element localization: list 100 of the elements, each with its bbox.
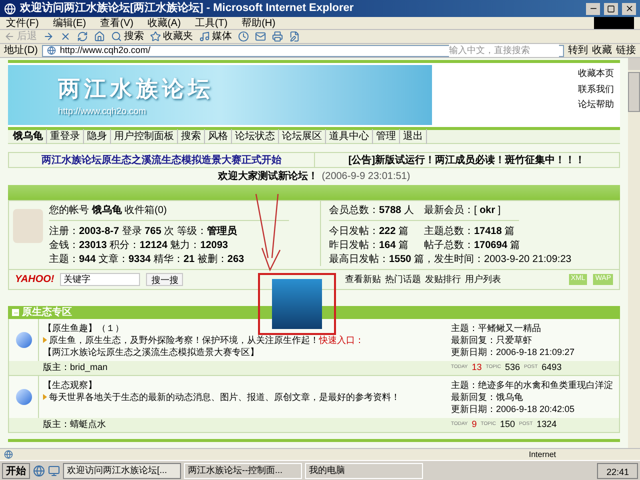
quick-link[interactable]: 查看新贴 <box>344 272 381 286</box>
update-date: 更新日期：2006-9-18 21:09:27 <box>451 346 576 358</box>
close-icon <box>624 4 634 13</box>
update-date: 更新日期：2006-9-18 20:42:05 <box>451 403 576 415</box>
edit-button[interactable] <box>289 31 300 42</box>
forum-stat: 今日发帖：222 篇 <box>329 226 410 238</box>
banner-title: 两江水族论坛 <box>58 74 215 103</box>
menu-item[interactable]: 收藏(A) <box>147 16 181 30</box>
nav-link[interactable]: 风格 <box>205 129 232 144</box>
browser-launch-icon[interactable] <box>33 464 45 476</box>
nav-link[interactable]: 搜索 <box>178 129 205 144</box>
forum-status-icon <box>16 332 32 348</box>
browser-icon <box>4 2 16 14</box>
topic-count: 536 <box>504 361 520 374</box>
search-field[interactable]: 输入中文，直接搜索 <box>449 44 559 58</box>
menu-item[interactable]: 编辑(E) <box>52 16 86 30</box>
latest-topic[interactable]: 主题：平鳍鳅又一精品 <box>451 322 619 334</box>
quick-entry-link[interactable]: 【两江水族论坛原生态之溪流生态模拟造景大赛专区】 <box>43 346 259 358</box>
links-label[interactable]: 链接 <box>616 43 636 58</box>
quick-link[interactable]: 发贴排行 <box>424 272 461 286</box>
welcome-message: 欢迎大家测试新论坛！ <box>218 169 318 184</box>
print-button[interactable] <box>272 31 283 42</box>
announcement-link[interactable]: 两江水族论坛原生态之溪流生态模拟造景大赛正式开始 <box>9 153 314 167</box>
nav-link[interactable]: 饿乌龟 <box>10 129 47 144</box>
user-stat: 注册：2003-8-7 登录 765 次 等级：管理员 <box>49 226 238 238</box>
zone-label: Internet <box>528 448 556 460</box>
nav-link[interactable]: 用户控制面板 <box>111 129 178 144</box>
maximize-icon <box>607 4 615 12</box>
menu-item[interactable]: 帮助(H) <box>242 16 276 30</box>
welcome-time: (2006-9-9 23:01:51) <box>322 170 410 184</box>
start-button[interactable]: 开始 <box>2 462 30 478</box>
edit-icon <box>289 31 300 42</box>
stop-button[interactable] <box>60 31 71 42</box>
nav-link[interactable]: 重登录 <box>47 129 84 144</box>
topic-count: 150 <box>500 418 516 432</box>
keyword-field[interactable]: 关键字 <box>60 273 140 286</box>
header-link[interactable]: 联系我们 <box>578 82 614 96</box>
quick-link[interactable]: 用户列表 <box>464 272 501 286</box>
moderator-label: 版主：蜻蜓点水 <box>43 418 107 432</box>
forum-title[interactable]: 【生态观察】 <box>43 379 443 391</box>
menu-item[interactable]: 文件(F) <box>6 16 39 30</box>
moderator-label: 版主：brid_man <box>43 361 109 374</box>
menu-item[interactable]: 工具(T) <box>194 16 228 30</box>
taskbar-button[interactable]: 我的电脑 <box>305 462 423 478</box>
mail-icon <box>255 31 266 42</box>
media-button[interactable]: 媒体 <box>199 29 232 44</box>
nav-link[interactable]: 论坛状态 <box>232 129 279 144</box>
forum-title[interactable]: 【原生鱼趣】（１） <box>43 322 443 334</box>
announcement-link[interactable]: [公告]新版试运行！两江成员必读！斑竹征集中！！！ <box>314 153 619 167</box>
minimize-button[interactable] <box>586 2 600 14</box>
nav-link[interactable]: 道具中心 <box>326 129 373 144</box>
forum-stat: 会员总数：5788 人 <box>329 205 416 217</box>
go-button[interactable]: 转到 <box>568 43 588 58</box>
clock: 22:41 <box>597 462 638 478</box>
photo-placeholder <box>272 279 322 329</box>
taskbar-button[interactable]: 两江水族论坛--控制面... <box>184 462 302 478</box>
header-link[interactable]: 收藏本页 <box>578 67 614 80</box>
nav-link[interactable]: 论坛展区 <box>279 129 326 144</box>
address-field[interactable]: http://www.cqh2o.com/ 输入中文，直接搜索 <box>42 44 564 56</box>
home-icon <box>94 31 105 42</box>
close-icon <box>60 31 71 42</box>
refresh-icon <box>77 31 88 42</box>
user-stat: 金钱：23013 积分：12124 魅力：12093 <box>49 240 229 252</box>
latest-topic[interactable]: 主题：绝迹多年的水禽和鱼类重现白洋淀 <box>451 379 619 391</box>
music-note-icon <box>199 31 210 42</box>
nav-link[interactable]: 隐身 <box>84 129 111 144</box>
latest-reply: 最新回复：饿乌龟 <box>451 391 524 403</box>
post-count: 1324 <box>536 418 557 432</box>
user-stat: 主题：944 文章：9334 精华：21 被删：263 <box>49 254 246 266</box>
menu-item[interactable]: 查看(V) <box>100 16 134 30</box>
home-button[interactable] <box>94 31 105 42</box>
desktop-launch-icon[interactable] <box>48 464 60 476</box>
refresh-button[interactable] <box>77 31 88 42</box>
history-button[interactable] <box>238 31 249 42</box>
scrollbar[interactable] <box>628 58 640 448</box>
header-link[interactable]: 论坛帮助 <box>578 98 614 112</box>
close-button[interactable] <box>622 2 636 14</box>
mail-button[interactable] <box>255 31 266 42</box>
nav-link[interactable]: 管理 <box>373 129 400 144</box>
forum-stat: 主题总数：17418 篇 <box>424 226 516 238</box>
forward-button[interactable] <box>43 31 54 42</box>
today-count: 9 <box>472 418 477 432</box>
forum-description: 每天世界各地关于生态的最新的动态消息、图片、报道、原创文章，是最好的参考资料！ <box>49 391 400 403</box>
printer-icon <box>272 31 283 42</box>
nav-link[interactable]: 退出 <box>400 129 427 144</box>
maximize-button[interactable] <box>604 2 618 14</box>
favorites-add-button[interactable]: 收藏 <box>592 43 612 58</box>
window-title: 欢迎访问两江水族论坛[两江水族论坛] - Microsoft Internet Explorer <box>20 0 355 16</box>
search-icon <box>111 31 122 42</box>
forum-description: 原生鱼，原生生态，及野外探险考察！保护环境，从关注原生作起！ <box>49 334 319 346</box>
taskbar-button[interactable]: 欢迎访问两江水族论坛[... <box>63 462 181 478</box>
forum-stat: 最新会员：[ okr ] <box>424 205 502 217</box>
search-button[interactable]: 搜索 <box>111 29 144 44</box>
status-page-icon <box>4 450 13 459</box>
search-submit-button[interactable]: 搜一搜 <box>146 273 184 286</box>
favorites-button[interactable]: 收藏夹 <box>150 29 193 44</box>
forum-status-icon <box>16 389 32 405</box>
quick-link[interactable]: 热门话题 <box>384 272 421 286</box>
yahoo-logo: YAHOO! <box>15 273 54 287</box>
address-label: 地址(D) <box>4 44 38 58</box>
